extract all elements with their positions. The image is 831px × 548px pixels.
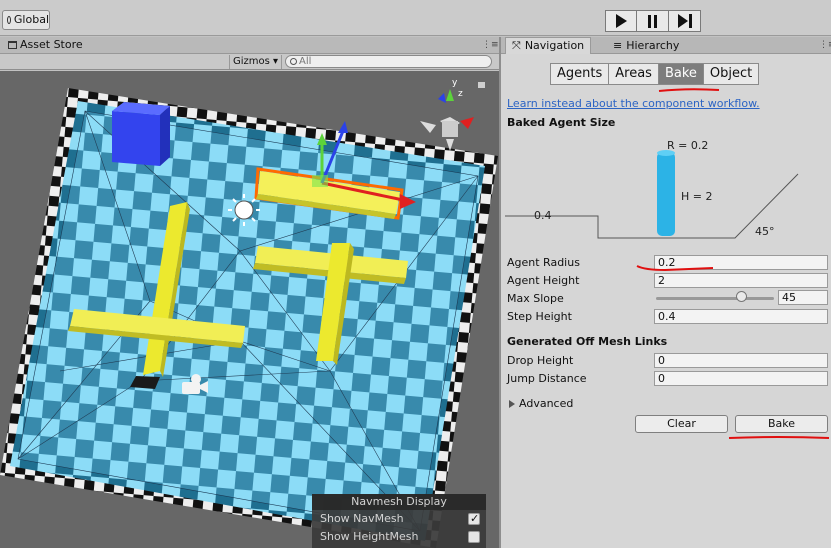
gizmo-y-label: y bbox=[452, 78, 458, 88]
clear-button[interactable]: Clear bbox=[635, 415, 728, 433]
max-slope-slider-track[interactable] bbox=[656, 297, 774, 300]
agent-height-label: Agent Height bbox=[507, 274, 580, 287]
tab-hierarchy-label: Hierarchy bbox=[626, 38, 680, 52]
advanced-label: Advanced bbox=[519, 397, 574, 410]
max-slope-label: Max Slope bbox=[507, 292, 564, 305]
segment-areas[interactable]: Areas bbox=[609, 63, 659, 85]
step-height-label: Step Height bbox=[507, 310, 572, 323]
gizmos-dropdown[interactable]: Gizmos ▾ bbox=[229, 55, 283, 69]
annotation-underline-radius bbox=[636, 265, 714, 272]
show-heightmesh-row[interactable]: Show HeightMesh bbox=[312, 528, 486, 546]
globe-icon bbox=[7, 16, 11, 24]
show-navmesh-row[interactable]: Show NavMesh bbox=[312, 510, 486, 528]
nav-pane-menu-icon[interactable]: ⋮≡ bbox=[819, 40, 831, 50]
tab-navigation[interactable]: ⤧ Navigation bbox=[505, 37, 592, 54]
agent-radius-label: Agent Radius bbox=[507, 256, 580, 269]
segment-object[interactable]: Object bbox=[703, 63, 760, 85]
asset-store-icon bbox=[8, 40, 17, 49]
scene-view[interactable]: y z bbox=[0, 71, 499, 548]
search-icon bbox=[290, 58, 297, 65]
drop-height-field[interactable]: 0 bbox=[654, 353, 828, 368]
step-height-field[interactable]: 0.4 bbox=[654, 309, 828, 324]
component-workflow-link[interactable]: Learn instead about the component workfl… bbox=[507, 97, 760, 110]
pause-icon bbox=[648, 14, 657, 28]
scene-tabbar: Asset Store ⋮≡ bbox=[0, 37, 499, 54]
diagram-slope-label: 45° bbox=[755, 225, 775, 238]
scene-render: y z bbox=[0, 78, 498, 548]
jump-distance-field[interactable]: 0 bbox=[654, 371, 828, 386]
pane-menu-icon[interactable]: ⋮≡ bbox=[482, 40, 499, 50]
segment-bake[interactable]: Bake bbox=[658, 63, 704, 85]
tab-hierarchy[interactable]: ≡ Hierarchy bbox=[607, 37, 685, 54]
tab-navigation-label: Navigation bbox=[524, 39, 585, 52]
baked-agent-size-title: Baked Agent Size bbox=[507, 116, 616, 129]
annotation-underline-bake-button bbox=[728, 436, 830, 439]
orientation-gizmo[interactable]: y z bbox=[420, 78, 474, 151]
offmesh-links-title: Generated Off Mesh Links bbox=[507, 335, 668, 348]
navigation-mode-tabs: Agents Areas Bake Object bbox=[550, 63, 760, 85]
hierarchy-icon: ≡ bbox=[613, 38, 623, 52]
navigation-panel: Agents Areas Bake Object Learn instead a… bbox=[501, 54, 831, 548]
navmesh-display-title: Navmesh Display bbox=[312, 494, 486, 510]
drop-height-label: Drop Height bbox=[507, 354, 574, 367]
step-button[interactable] bbox=[669, 10, 701, 32]
asset-store-label: Asset Store bbox=[20, 38, 83, 51]
pivot-rotation-toggle[interactable]: Global bbox=[2, 10, 50, 30]
show-heightmesh-checkbox[interactable] bbox=[468, 531, 480, 543]
show-navmesh-checkbox[interactable] bbox=[468, 510, 480, 528]
navigation-icon: ⤧ bbox=[512, 39, 521, 52]
search-placeholder: All bbox=[299, 56, 312, 67]
agent-cylinder bbox=[657, 152, 675, 236]
foldout-arrow-icon bbox=[509, 399, 515, 408]
gizmo-z-label: z bbox=[458, 89, 463, 99]
show-navmesh-label: Show NavMesh bbox=[320, 512, 404, 525]
advanced-foldout[interactable]: Advanced bbox=[509, 397, 573, 410]
bake-button[interactable]: Bake bbox=[735, 415, 828, 433]
scene-search-input[interactable]: All bbox=[285, 55, 492, 68]
play-button[interactable] bbox=[605, 10, 637, 32]
main-toolbar: Global bbox=[0, 0, 831, 36]
jump-distance-label: Jump Distance bbox=[507, 372, 587, 385]
navmesh-display-overlay: Navmesh Display Show NavMesh Show Height… bbox=[312, 494, 486, 548]
diagram-step-label: 0.4 bbox=[534, 209, 552, 222]
diagram-radius-label: R = 0.2 bbox=[667, 139, 709, 152]
segment-agents[interactable]: Agents bbox=[550, 63, 610, 85]
step-icon bbox=[677, 14, 692, 28]
annotation-underline-bake bbox=[658, 88, 720, 92]
max-slope-field[interactable]: 45 bbox=[778, 290, 828, 305]
navigation-tabbar: ⤧ Navigation ≡ Hierarchy ⋮≡ bbox=[501, 37, 831, 54]
lock-icon[interactable] bbox=[478, 82, 485, 88]
scene-toolbar: Gizmos ▾ All bbox=[0, 54, 499, 70]
pause-button[interactable] bbox=[637, 10, 669, 32]
playback-controls bbox=[605, 10, 701, 32]
gizmos-label: Gizmos bbox=[233, 56, 270, 67]
diagram-height-label: H = 2 bbox=[681, 190, 713, 203]
agent-height-field[interactable]: 2 bbox=[654, 273, 828, 288]
show-heightmesh-label: Show HeightMesh bbox=[320, 530, 419, 543]
play-icon bbox=[615, 14, 627, 28]
tab-asset-store[interactable]: Asset Store bbox=[8, 38, 83, 51]
max-slope-slider-thumb[interactable] bbox=[736, 291, 747, 302]
global-label: Global bbox=[13, 13, 49, 26]
